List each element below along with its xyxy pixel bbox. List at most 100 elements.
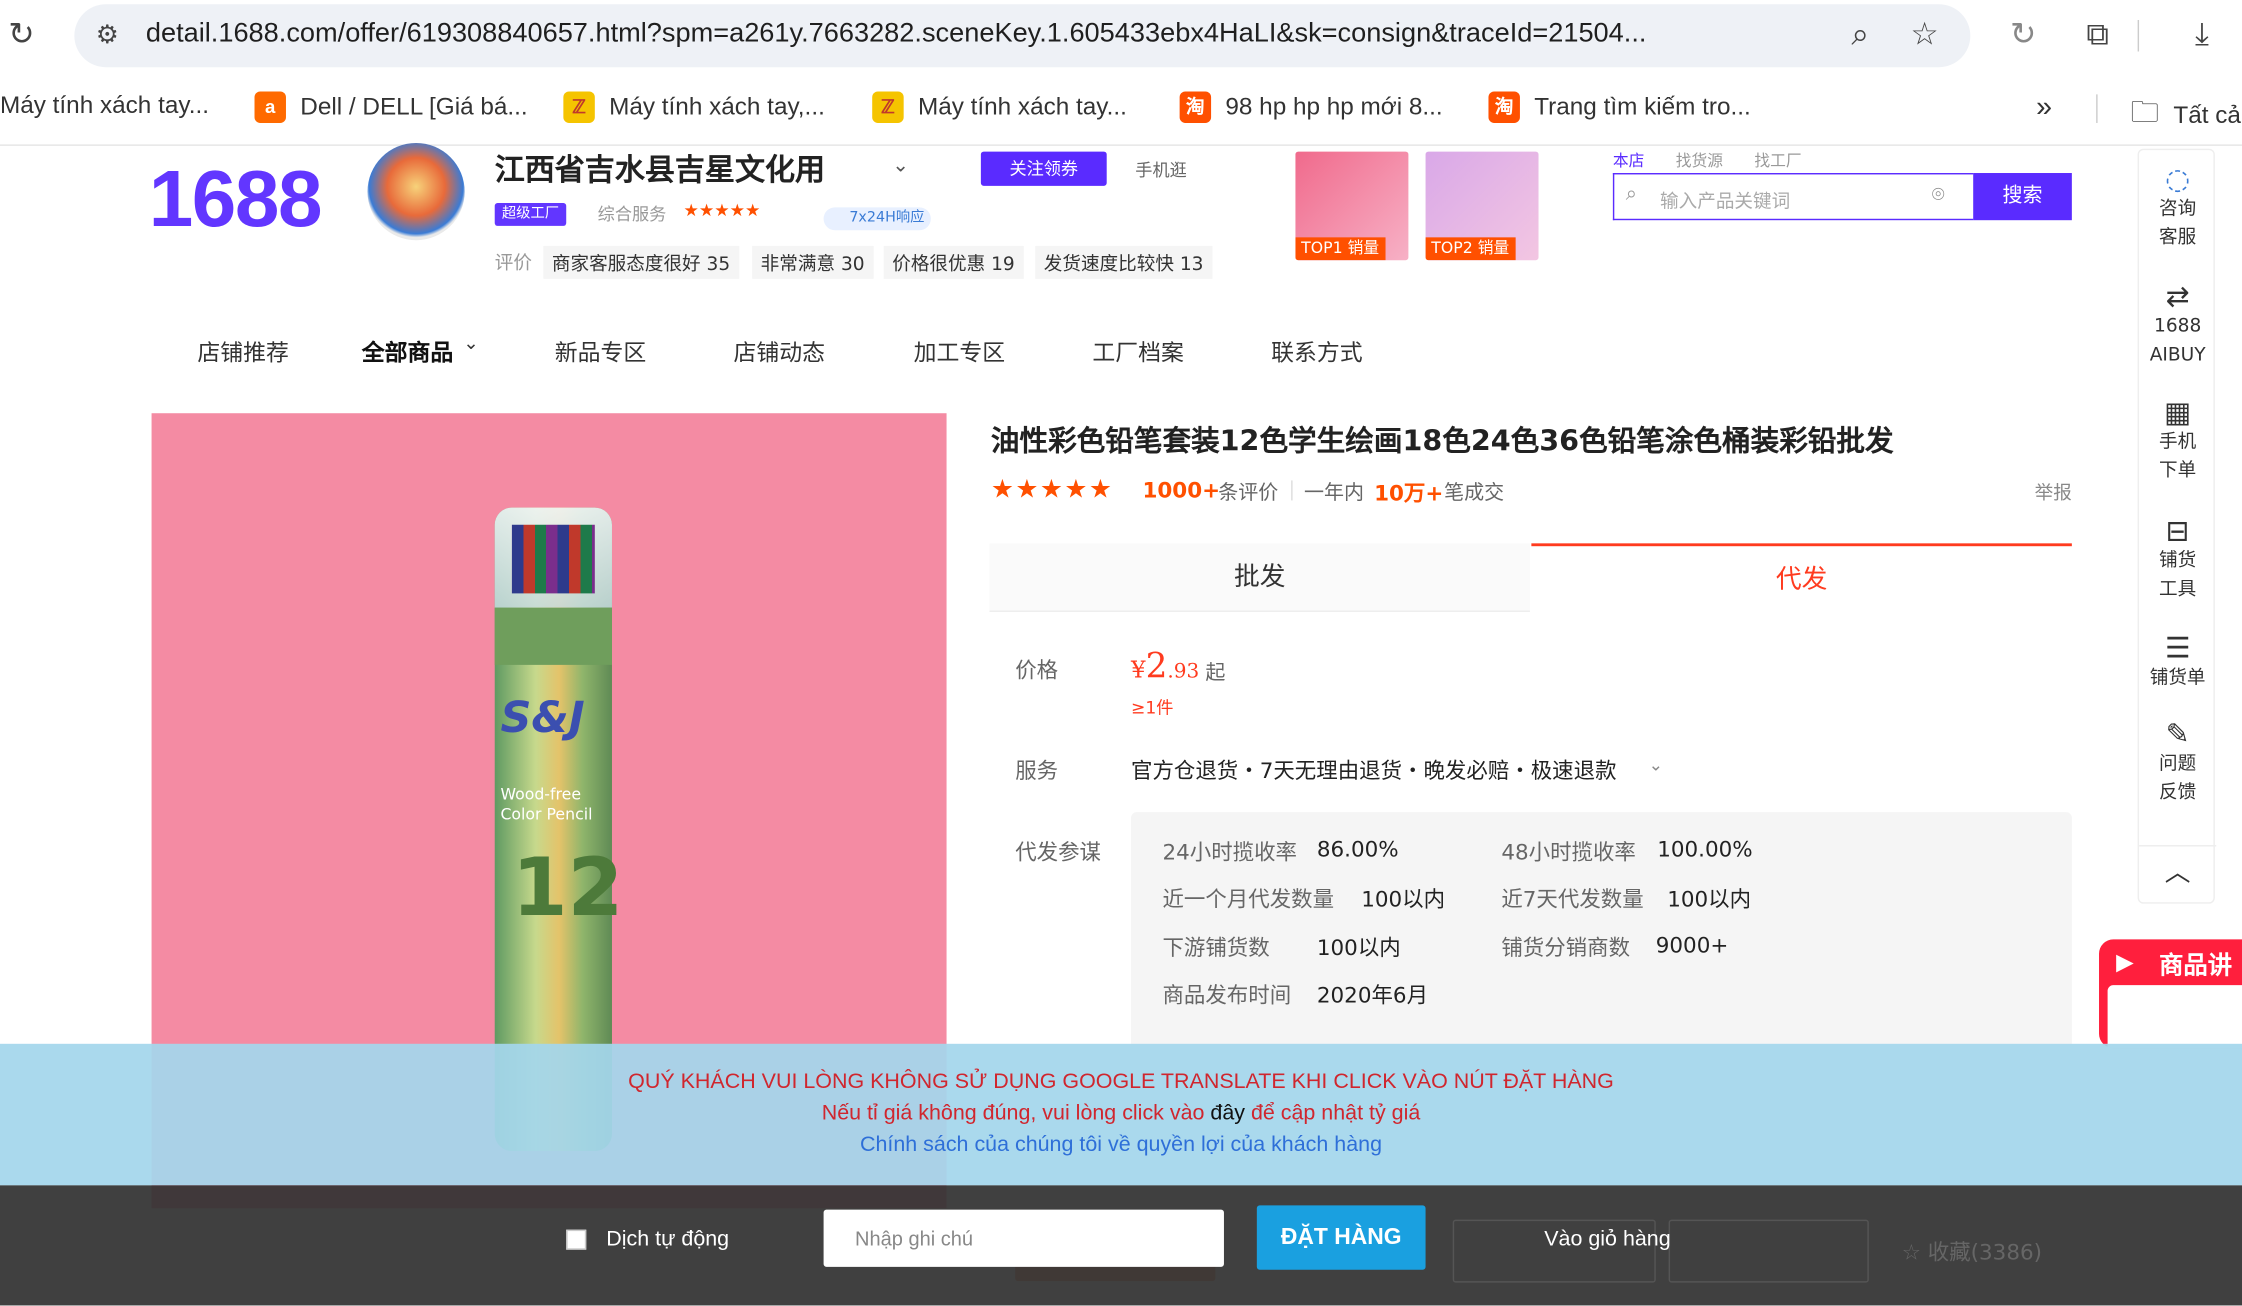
bookmark-4[interactable]: ℤ Máy tính xách tay...	[872, 91, 1127, 123]
bookmark-label: Trang tìm kiếm tro...	[1534, 92, 1751, 121]
right-side-rail: ◌ 咨询 客服 ⇄ 1688 AIBUY ▦ 手机 下单 ⊟ 铺货 工具 ☰ 铺货单 ✎ 问题 反馈 …	[2137, 148, 2217, 904]
mobile-browse[interactable]: 手机逛	[1135, 157, 1186, 181]
eval-tag: 发货速度比较快 13	[1035, 245, 1213, 279]
add-cart-cn-button[interactable]	[1668, 1219, 1869, 1283]
bookmark-2[interactable]: a Dell / DELL [Giá bá...	[254, 91, 528, 123]
shop-name[interactable]: 江西省吉水县吉星文化用	[495, 147, 825, 190]
shop-search-input[interactable]: ⌕ 输入产品关键词 ⌾	[1612, 173, 1974, 221]
nav-new[interactable]: 新品专区	[555, 333, 647, 367]
nav-all-products[interactable]: 全部商品	[362, 333, 454, 367]
tab-dropship[interactable]: 代发	[1531, 543, 2072, 612]
note-input[interactable]: Nhập ghi chú	[823, 1209, 1224, 1267]
chevron-down-icon[interactable]: ⌄	[892, 154, 909, 177]
review-label[interactable]: 条评价	[1218, 478, 1278, 507]
more-bookmarks-icon[interactable]: »	[2036, 92, 2052, 125]
eval-tag: 商家客服态度很好 35	[543, 245, 739, 279]
eval-tag: 价格很优惠 19	[883, 245, 1024, 279]
service-value[interactable]: 官方仓退货・7天无理由退货・晚发必赔・极速退款	[1131, 755, 1617, 785]
nav-factory[interactable]: 工厂档案	[1092, 333, 1184, 367]
play-icon: ▶	[2116, 947, 2134, 976]
sold-label: 笔成交	[1444, 481, 1505, 505]
search-tab-source[interactable]: 找货源	[1676, 149, 1723, 172]
factory-badge: 超级工厂	[494, 203, 567, 226]
chevron-down-icon[interactable]: ⌄	[1649, 755, 1663, 775]
tab-wholesale[interactable]: 批发	[989, 543, 1530, 612]
rail-customer-service[interactable]: ◌ 咨询 客服	[2139, 164, 2216, 253]
pencil-count: 12	[511, 842, 624, 936]
rail-label: 问题	[2159, 753, 2197, 775]
extension-icon[interactable]: ↻	[2002, 14, 2045, 57]
price-decimal: .93	[1167, 660, 1200, 684]
back-to-top-icon[interactable]: ︿	[2139, 859, 2216, 888]
url-text[interactable]: detail.1688.com/offer/619308840657.html?…	[146, 19, 1647, 50]
rail-label: 咨询	[2159, 198, 2197, 221]
notice-banner: QUÝ KHÁCH VUI LÒNG KHÔNG SỬ DỤNG GOOGLE …	[0, 1043, 2242, 1186]
rail-label: 1688	[2154, 315, 2202, 338]
all-bookmarks[interactable]: 🗀 Tất cả	[2130, 92, 2240, 141]
rail-tools[interactable]: ⊟ 铺货 工具	[2139, 516, 2216, 605]
stat-key: 商品发布时间	[1162, 982, 1292, 1009]
search-button[interactable]: 搜索	[1973, 173, 2072, 221]
review-count[interactable]: 1000+	[1142, 478, 1220, 504]
alibaba-icon: a	[254, 91, 286, 123]
rail-label: 下单	[2159, 460, 2197, 482]
stat-value: 100以内	[1316, 935, 1401, 961]
search-tab-factory[interactable]: 找工厂	[1754, 149, 1801, 172]
yellow-logo-icon: ℤ	[872, 91, 904, 123]
rail-feedback[interactable]: ✎ 问题 反馈	[2139, 719, 2216, 808]
edit-icon: ✎	[2165, 716, 2190, 751]
rail-label: 工具	[2159, 579, 2197, 601]
nav-contact[interactable]: 联系方式	[1271, 333, 1363, 367]
follow-button[interactable]: 关注领券	[980, 151, 1107, 186]
reload-icon[interactable]: ↻	[0, 14, 43, 57]
yellow-logo-icon: ℤ	[563, 91, 595, 123]
rail-list[interactable]: ☰ 铺货单	[2139, 633, 2216, 693]
rate-update-link[interactable]: đây	[1210, 1101, 1245, 1125]
bookmark-6[interactable]: 淘 Trang tìm kiếm tro...	[1488, 91, 1751, 123]
site-logo[interactable]: 1688	[149, 152, 323, 245]
star-icon: ☆	[1901, 1239, 1921, 1266]
nav-processing[interactable]: 加工专区	[914, 333, 1006, 367]
place-order-button[interactable]: ĐẶT HÀNG	[1256, 1205, 1426, 1270]
price-suffix: 起	[1205, 662, 1226, 685]
bookmark-star-icon[interactable]: ☆	[1903, 14, 1946, 57]
nav-recommend[interactable]: 店铺推荐	[197, 333, 289, 367]
notice-line-1: QUÝ KHÁCH VUI LÒNG KHÔNG SỬ DỤNG GOOGLE …	[628, 1069, 1614, 1094]
favorites[interactable]: ☆ 收藏(3386)	[1902, 1237, 2042, 1267]
taobao-icon: 淘	[1179, 91, 1212, 123]
rail-label: 客服	[2159, 227, 2197, 249]
camera-icon[interactable]: ⌾	[1932, 182, 1945, 208]
taobao-icon: 淘	[1488, 91, 1520, 123]
stat-value: 100以内	[1361, 886, 1446, 913]
rail-aibuy[interactable]: ⇄ 1688 AIBUY	[2139, 282, 2216, 371]
price-value: ¥2.93	[1131, 646, 1199, 686]
report-link[interactable]: 举报	[2035, 478, 2072, 504]
bookmark-1[interactable]: Máy tính xách tay...	[0, 92, 209, 121]
stat-key: 铺货分销商数	[1501, 935, 1631, 961]
zoom-icon[interactable]: ⌕	[1839, 14, 1882, 57]
shop-avatar[interactable]	[367, 142, 465, 241]
moq: ≥1件	[1131, 697, 1174, 718]
bookmark-3[interactable]: ℤ Máy tính xách tay,...	[563, 91, 825, 123]
stat-key: 近一个月代发数量	[1162, 886, 1335, 913]
top2-label: TOP2 销量	[1425, 237, 1515, 261]
live-product-badge[interactable]: ▶ 商品讲	[2099, 939, 2242, 1049]
screenshot-root: ↻ ⚙ detail.1688.com/offer/619308840657.h…	[0, 0, 2242, 1306]
top1-product-thumb[interactable]: TOP1 销量	[1295, 151, 1409, 261]
add-to-cart-button[interactable]: Vào giỏ hàng	[1544, 1227, 1670, 1251]
chevron-down-icon[interactable]: ⌄	[463, 333, 479, 354]
sold-count: 10万+	[1374, 480, 1444, 507]
auto-translate-checkbox[interactable]	[566, 1229, 587, 1250]
top2-product-thumb[interactable]: TOP2 销量	[1425, 151, 1539, 261]
divider	[1291, 480, 1293, 501]
site-settings-icon[interactable]: ⚙	[86, 14, 129, 57]
download-icon[interactable]: ⤓	[2181, 14, 2224, 57]
policy-link[interactable]: Chính sách của chúng tôi về quyền lợi củ…	[0, 1132, 2242, 1156]
rail-mobile-order[interactable]: ▦ 手机 下单	[2139, 397, 2216, 486]
bookmark-5[interactable]: 淘 98 hp hp hp mới 8...	[1179, 91, 1443, 123]
puzzle-icon[interactable]: ⧉	[2076, 14, 2119, 57]
search-tab-store[interactable]: 本店	[1613, 149, 1644, 172]
notice-line-2: Nếu tỉ giá không đúng, vui lòng click và…	[0, 1101, 2242, 1125]
all-bookmarks-label: Tất cả	[2173, 101, 2241, 129]
nav-news[interactable]: 店铺动态	[734, 333, 826, 367]
